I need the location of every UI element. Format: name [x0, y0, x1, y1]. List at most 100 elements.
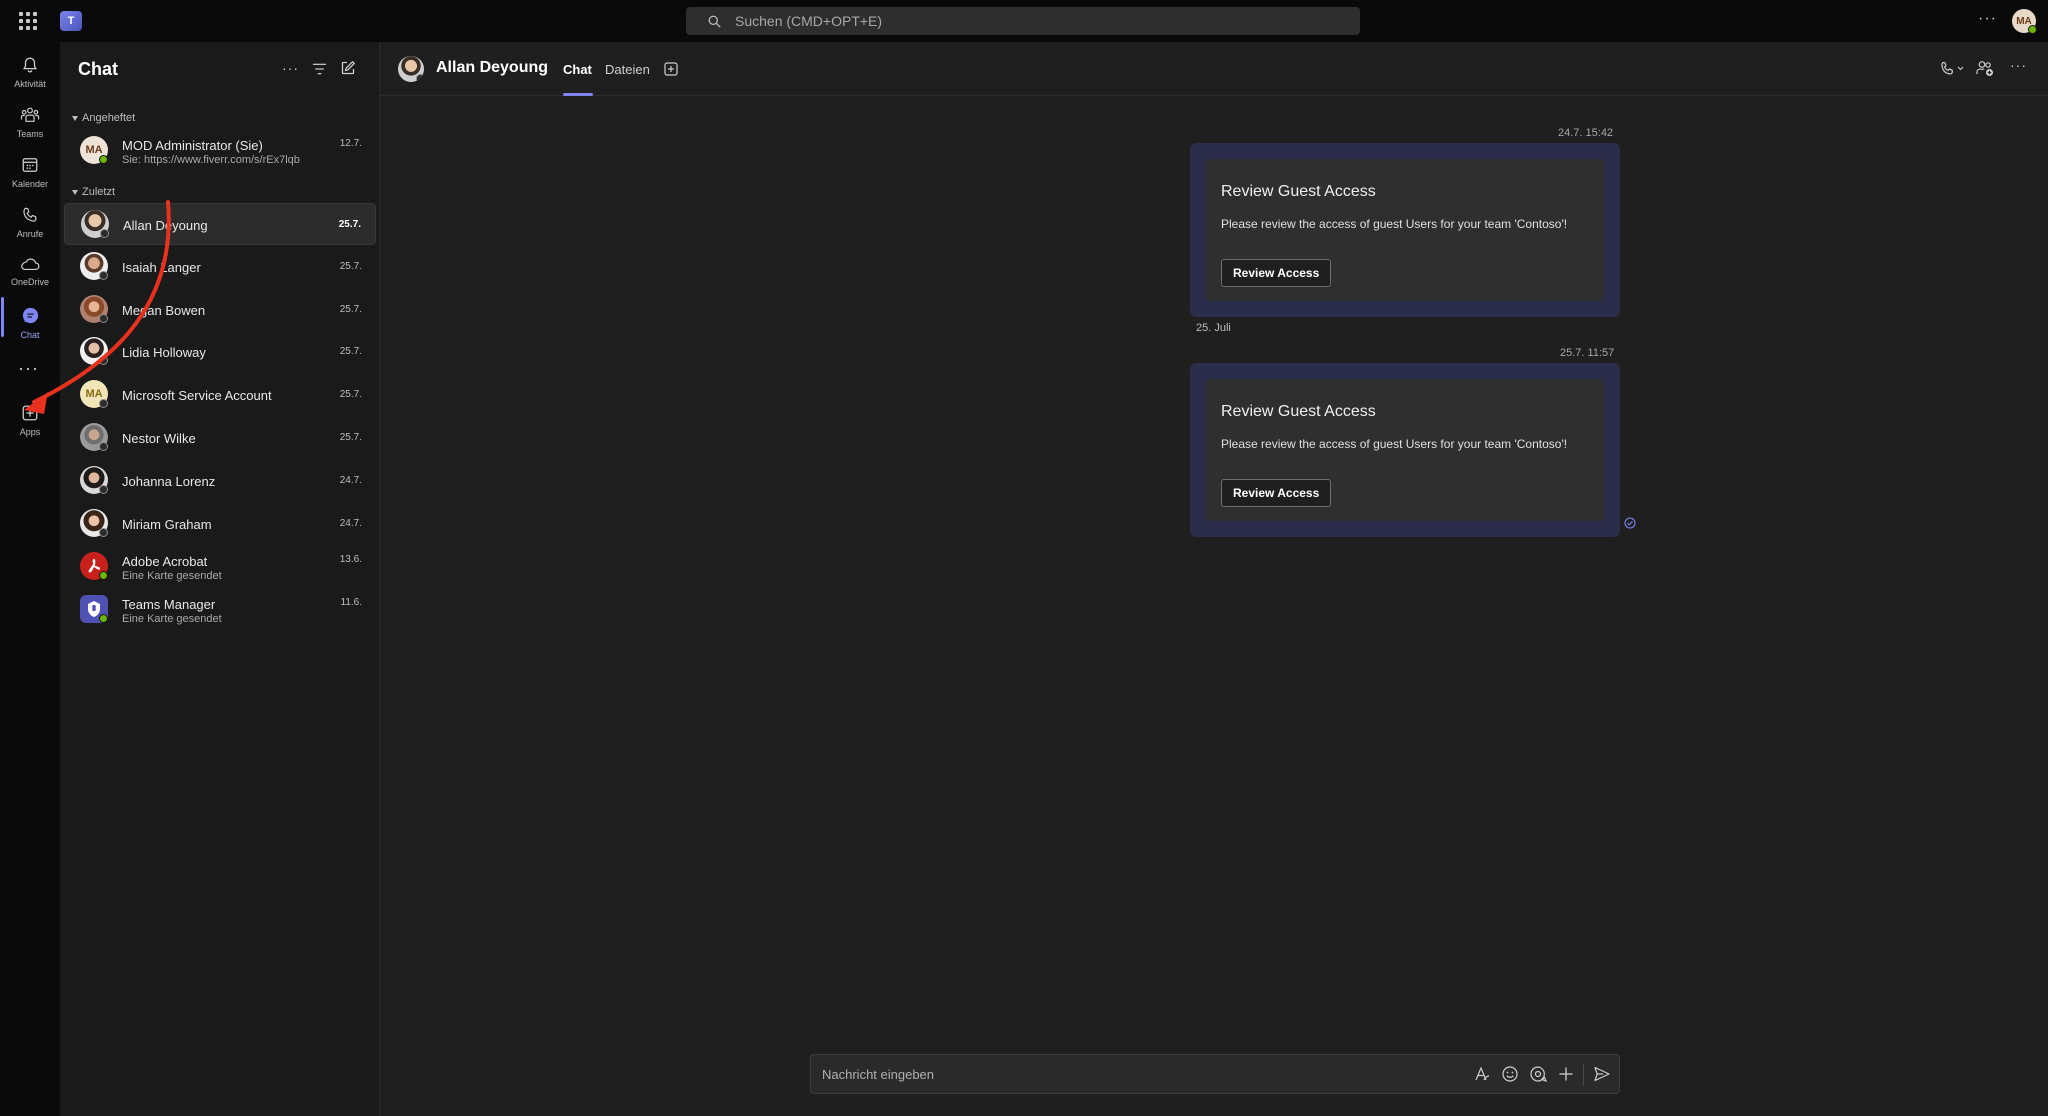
emoji-icon[interactable] [1501, 1065, 1519, 1083]
chat-date: 24.7. [339, 518, 362, 529]
chat-date: 12.7. [339, 138, 362, 149]
rail-item-chat[interactable]: Chat [0, 298, 60, 346]
chat-date: 25.7. [339, 261, 362, 272]
chat-date: 25.7. [339, 432, 362, 443]
chat-item-miriam-graham[interactable]: Miriam Graham 24.7. [64, 503, 376, 545]
message-composer[interactable]: Nachricht eingeben [810, 1054, 1620, 1094]
chat-date: 25.7. [338, 219, 361, 230]
chat-item-mod-administrator[interactable]: MA MOD Administrator (Sie) Sie: https://… [64, 130, 376, 172]
presence-offline-icon [99, 271, 108, 280]
contact-avatar[interactable] [398, 56, 424, 82]
filter-icon[interactable] [312, 62, 327, 76]
chat-list-more-button[interactable]: ··· [282, 60, 299, 76]
phone-icon [23, 207, 37, 222]
search-placeholder: Suchen (CMD+OPT+E) [735, 13, 883, 29]
presence-offline-icon [99, 399, 108, 408]
chat-preview: Sie: https://www.fiverr.com/s/rEx7lqb [122, 154, 300, 166]
chat-item-teams-manager[interactable]: Teams Manager Eine Karte gesendet 11.6. [64, 589, 376, 631]
rail-item-calendar[interactable]: Kalender [0, 148, 60, 196]
chat-preview: Eine Karte gesendet [122, 613, 222, 625]
chat-item-megan-bowen[interactable]: Megan Bowen 25.7. [64, 289, 376, 331]
format-icon[interactable] [1473, 1065, 1491, 1083]
contact-name[interactable]: Allan Deyoung [436, 59, 548, 77]
card-text: Please review the access of guest Users … [1221, 437, 1568, 451]
chat-date: 11.6. [340, 597, 363, 608]
presence-offline-icon [99, 485, 108, 494]
chat-name: MOD Administrator (Sie) [122, 138, 263, 153]
rail-label: OneDrive [10, 277, 49, 287]
composer-placeholder: Nachricht eingeben [822, 1067, 935, 1082]
chat-name: Allan Deyoung [123, 218, 208, 233]
rail-more-apps-button[interactable]: ··· [18, 358, 39, 379]
presence-available-icon [99, 155, 108, 164]
review-access-button[interactable]: Review Access [1221, 259, 1332, 287]
section-label: Angeheftet [82, 112, 136, 124]
chat-date: 25.7. [339, 389, 362, 400]
add-people-icon[interactable] [1976, 60, 1994, 77]
search-input[interactable]: Suchen (CMD+OPT+E) [686, 7, 1360, 35]
presence-offline-icon [99, 314, 108, 323]
chat-item-microsoft-service-account[interactable]: MA Microsoft Service Account 25.7. [64, 374, 376, 416]
rail-label: Chat [20, 330, 40, 340]
rail-label: Teams [16, 129, 44, 139]
chat-list-pane: Chat ··· Angeheftet MA MOD Administrator… [60, 42, 380, 1116]
chat-item-allan-deyoung[interactable]: Allan Deyoung 25.7. [64, 203, 376, 245]
sent-check-icon [1624, 517, 1636, 529]
rail-label: Anrufe [16, 229, 44, 239]
presence-offline-icon [99, 528, 108, 537]
avatar [80, 337, 108, 365]
app-launcher-icon[interactable] [18, 11, 38, 31]
rail-item-activity[interactable]: Aktivität [0, 48, 60, 96]
chat-icon [22, 307, 38, 324]
new-chat-icon[interactable] [340, 60, 356, 76]
apps-add-icon [22, 405, 38, 421]
rail-label: Aktivität [14, 79, 46, 89]
add-icon[interactable] [1557, 1065, 1575, 1083]
avatar [81, 210, 109, 238]
rail-item-teams[interactable]: Teams [0, 98, 60, 146]
chevron-down-icon [72, 115, 78, 121]
avatar: MA [80, 136, 108, 164]
chat-item-lidia-holloway[interactable]: Lidia Holloway 25.7. [64, 331, 376, 373]
adaptive-card: Review Guest Access Please review the ac… [1206, 379, 1604, 521]
avatar [80, 509, 108, 537]
settings-more-button[interactable]: ··· [1978, 10, 1997, 28]
call-icon[interactable] [1940, 61, 1964, 76]
tab-files[interactable]: Dateien [605, 62, 650, 77]
adaptive-card: Review Guest Access Please review the ac… [1206, 159, 1604, 301]
chat-name: Adobe Acrobat [122, 554, 208, 569]
rail-label: Kalender [11, 179, 49, 189]
chat-item-nestor-wilke[interactable]: Nestor Wilke 25.7. [64, 417, 376, 459]
section-recent[interactable]: Zuletzt [72, 186, 115, 198]
rail-item-calls[interactable]: Anrufe [0, 198, 60, 246]
send-icon[interactable] [1593, 1065, 1611, 1083]
chat-name: Miriam Graham [122, 517, 212, 532]
chat-name: Microsoft Service Account [122, 388, 272, 403]
presence-available-icon [99, 571, 108, 580]
add-tab-icon[interactable] [664, 62, 678, 76]
conversation-more-button[interactable]: ··· [2010, 57, 2027, 73]
tab-chat[interactable]: Chat [563, 62, 592, 77]
chat-item-adobe-acrobat[interactable]: Adobe Acrobat Eine Karte gesendet 13.6. [64, 546, 376, 588]
review-access-button[interactable]: Review Access [1221, 479, 1332, 507]
loop-component-icon[interactable] [1529, 1065, 1547, 1083]
chat-name: Teams Manager [122, 597, 216, 612]
section-pinned[interactable]: Angeheftet [72, 112, 135, 124]
chat-item-isaiah-langer[interactable]: Isaiah Langer 25.7. [64, 246, 376, 288]
chat-date: 25.7. [339, 304, 362, 315]
chat-preview: Eine Karte gesendet [122, 570, 222, 582]
teams-icon [20, 107, 40, 122]
chat-list-title: Chat [78, 59, 118, 79]
chat-date: 24.7. [339, 475, 362, 486]
chat-item-johanna-lorenz[interactable]: Johanna Lorenz 24.7. [64, 460, 376, 502]
rail-item-onedrive[interactable]: OneDrive [0, 248, 60, 296]
chat-date: 13.6. [339, 554, 362, 565]
teams-logo: T [60, 11, 82, 31]
presence-available-icon [99, 614, 108, 623]
rail-item-apps[interactable]: Apps [0, 396, 60, 444]
message-bubble: Review Guest Access Please review the ac… [1190, 143, 1620, 317]
top-bar: T Suchen (CMD+OPT+E) ··· MA [0, 0, 2048, 42]
chat-name: Johanna Lorenz [122, 474, 216, 489]
user-avatar[interactable]: MA [2012, 9, 2037, 34]
chat-date: 25.7. [339, 346, 362, 357]
